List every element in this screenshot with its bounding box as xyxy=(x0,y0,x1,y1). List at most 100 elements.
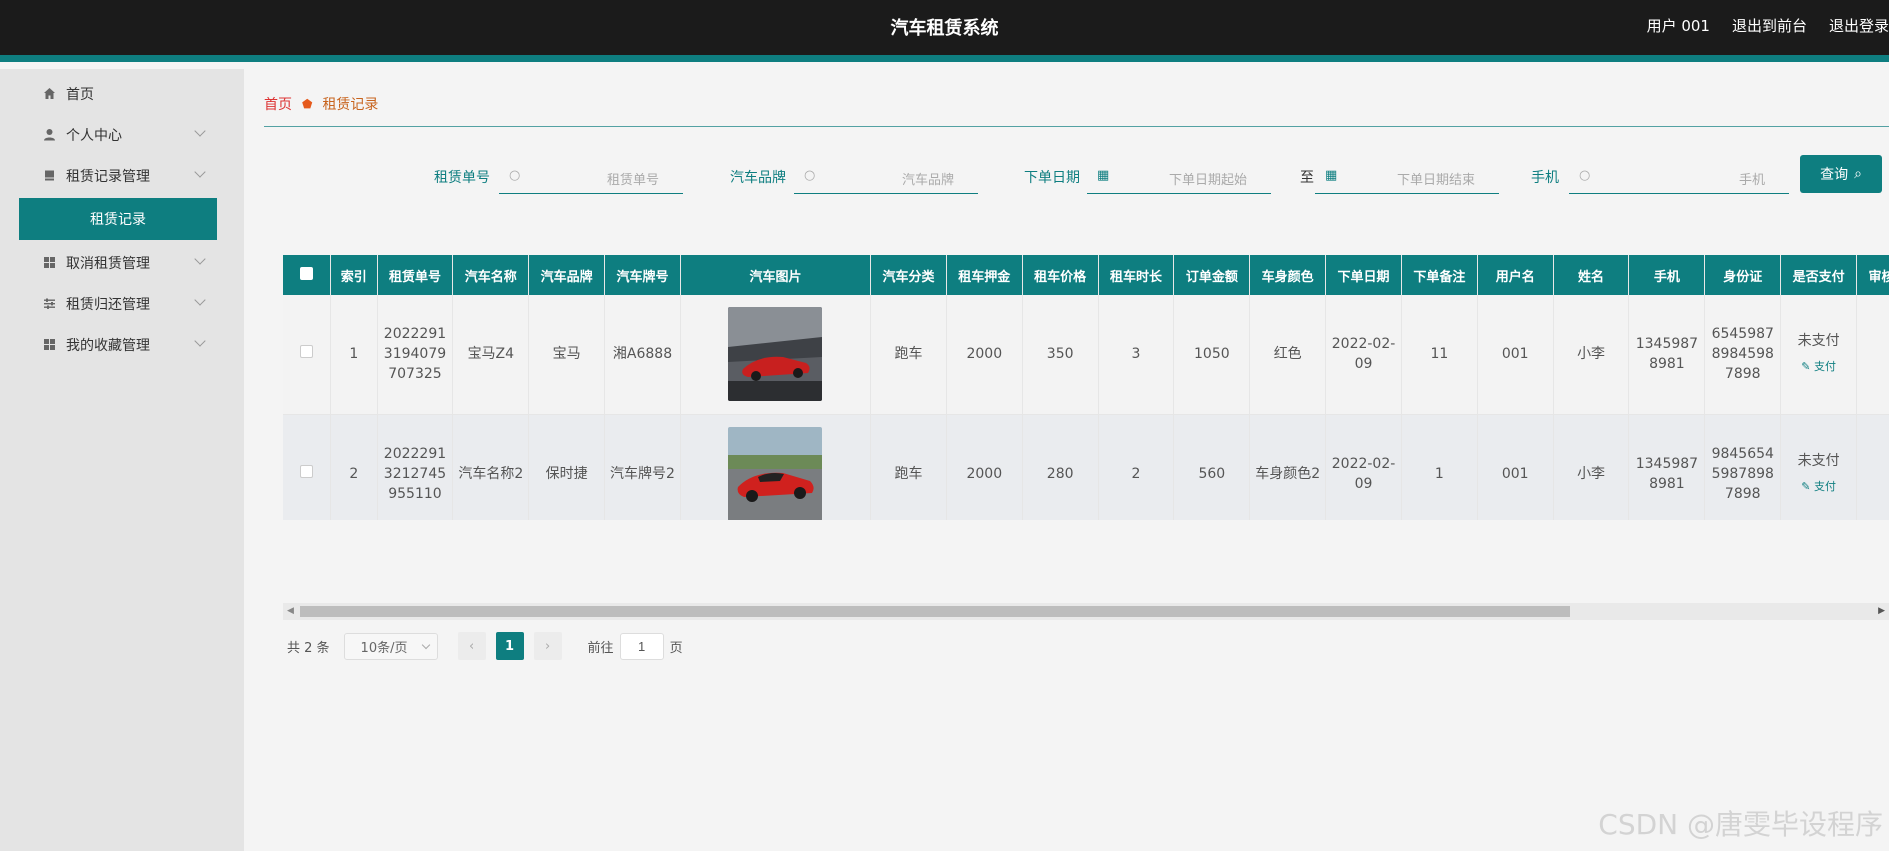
current-user[interactable]: 用户 001 xyxy=(1647,15,1710,36)
search-bar: 租赁单号 ○ 租赁单号 汽车品牌 ○ 汽车品牌 下单日期 ▦ 下单日期起始 至 … xyxy=(244,155,1889,195)
sidebar-item-rental-records[interactable]: 租赁记录管理 xyxy=(0,155,244,196)
cell-brand: 宝马 xyxy=(528,295,606,415)
sliders-icon xyxy=(42,297,56,311)
pay-button[interactable]: ✎ 支付 xyxy=(1785,477,1852,497)
cell-paid: 未支付 ✎ 支付 xyxy=(1780,295,1858,415)
cell-car-name: 汽车名称2 xyxy=(452,414,530,520)
cell-price: 280 xyxy=(1022,414,1099,520)
cell-car-name: 宝马Z4 xyxy=(452,295,530,415)
order-date-label: 下单日期 xyxy=(1024,170,1080,186)
cell-date: 2022-02-09 xyxy=(1325,414,1402,520)
pay-button-label: 支付 xyxy=(1813,479,1836,493)
column-header: 租车时长 xyxy=(1098,255,1175,295)
cell-index: 2 xyxy=(330,414,378,520)
brand-field[interactable]: ○ 汽车品牌 xyxy=(794,159,978,194)
sidebar-item-label: 租赁记录管理 xyxy=(66,168,150,185)
column-header: 汽车品牌 xyxy=(528,255,606,295)
cell-date: 2022-02-09 xyxy=(1325,295,1402,415)
page-size-select[interactable]: 10条/页 xyxy=(343,632,438,660)
pay-button[interactable]: ✎ 支付 xyxy=(1785,357,1852,377)
back-to-front-link[interactable]: 退出到前台 xyxy=(1732,15,1807,36)
paid-status: 未支付 xyxy=(1797,333,1840,350)
pay-button-label: 支付 xyxy=(1813,360,1836,374)
cell-review-reply xyxy=(1856,414,1889,520)
sidebar-item-label: 我的收藏管理 xyxy=(66,337,150,354)
date-start-field[interactable]: ▦ 下单日期起始 xyxy=(1087,159,1271,194)
app-title: 汽车租赁系统 xyxy=(890,18,999,39)
page-number-current[interactable]: 1 xyxy=(495,632,524,660)
column-header: 是否支付 xyxy=(1780,255,1858,295)
chevron-down-icon xyxy=(194,294,206,306)
car-photo[interactable] xyxy=(728,307,823,402)
sidebar-item-home[interactable]: 首页 xyxy=(0,73,244,114)
select-all-checkbox[interactable] xyxy=(283,255,332,295)
date-end-input[interactable] xyxy=(1315,159,1499,193)
scrollbar-thumb[interactable] xyxy=(300,606,1570,617)
chevron-down-icon xyxy=(421,640,430,649)
phone-input[interactable] xyxy=(1569,159,1789,193)
cell-color: 红色 xyxy=(1249,295,1327,415)
cell-name: 小李 xyxy=(1553,414,1630,520)
cell-car-image xyxy=(680,295,872,415)
goto-page-input[interactable] xyxy=(619,632,664,660)
cell-duration: 3 xyxy=(1098,295,1175,415)
cell-color: 车身颜色2 xyxy=(1249,414,1327,520)
grid-icon xyxy=(42,338,56,352)
cell-name: 小李 xyxy=(1553,295,1630,415)
order-no-label: 租赁单号 xyxy=(434,170,490,186)
row-checkbox[interactable] xyxy=(283,295,332,415)
brand-input[interactable] xyxy=(794,159,978,193)
brand-label: 汽车品牌 xyxy=(730,170,786,186)
cell-plate: 湘A6888 xyxy=(604,295,681,415)
car-photo[interactable] xyxy=(728,426,823,520)
sidebar-subitem-rental-record[interactable]: 租赁记录 xyxy=(19,198,217,240)
row-checkbox[interactable] xyxy=(283,414,332,520)
scroll-left-icon[interactable]: ◀ xyxy=(287,606,294,616)
column-header: 审核回复 xyxy=(1856,255,1889,295)
cell-paid: 未支付 ✎ 支付 xyxy=(1780,414,1858,520)
horizontal-scrollbar[interactable]: ◀ ▶ xyxy=(283,603,1889,620)
sidebar-item-profile[interactable]: 个人中心 xyxy=(0,114,244,155)
column-header: 用户名 xyxy=(1477,255,1554,295)
sidebar-item-return-rental[interactable]: 租赁归还管理 xyxy=(0,283,244,324)
phone-field[interactable]: ○ 手机 xyxy=(1569,159,1789,194)
cell-remark: 11 xyxy=(1401,295,1478,415)
cell-username: 001 xyxy=(1477,414,1554,520)
sidebar-item-label: 租赁归还管理 xyxy=(66,296,150,313)
cell-price: 350 xyxy=(1022,295,1099,415)
order-no-input[interactable] xyxy=(499,159,683,193)
document-icon xyxy=(42,169,56,183)
date-range-separator: 至 xyxy=(1300,170,1314,186)
column-header: 汽车图片 xyxy=(680,255,872,295)
sidebar-item-favorites[interactable]: 我的收藏管理 xyxy=(0,324,244,365)
pagination-total: 共 2 条 xyxy=(287,640,330,656)
main-content: 首页 ⬟ 租赁记录 租赁单号 ○ 租赁单号 汽车品牌 ○ 汽车品牌 下单日期 ▦… xyxy=(244,69,1889,851)
column-header: 索引 xyxy=(330,255,378,295)
column-header: 下单备注 xyxy=(1401,255,1478,295)
chevron-down-icon xyxy=(194,125,206,137)
goto-unit: 页 xyxy=(669,640,683,656)
sidebar-item-label: 取消租赁管理 xyxy=(66,255,150,272)
next-page-button[interactable]: › xyxy=(533,632,562,660)
order-no-field[interactable]: ○ 租赁单号 xyxy=(499,159,683,194)
scroll-right-icon[interactable]: ▶ xyxy=(1878,606,1885,616)
date-end-field[interactable]: ▦ 下单日期结束 xyxy=(1315,159,1499,194)
query-button-label: 查询 xyxy=(1820,167,1849,183)
page-size-value: 10条/页 xyxy=(360,640,408,656)
cell-phone: 13459878981 xyxy=(1628,414,1706,520)
query-button[interactable]: 查询 ⌕ xyxy=(1800,155,1882,193)
sidebar-item-label: 个人中心 xyxy=(66,127,122,144)
breadcrumb-home[interactable]: 首页 xyxy=(264,94,292,114)
sidebar-item-cancel-rental[interactable]: 取消租赁管理 xyxy=(0,242,244,283)
paid-status: 未支付 xyxy=(1797,452,1840,469)
table-row: 2 20222913212745955110 汽车名称2 保时捷 汽车牌号2 跑… xyxy=(283,414,1889,520)
prev-page-button[interactable]: ‹ xyxy=(457,632,486,660)
watermark: CSDN @唐雯毕设程序 xyxy=(1598,808,1883,841)
cell-review-reply xyxy=(1856,295,1889,415)
date-start-input[interactable] xyxy=(1087,159,1271,193)
logout-link[interactable]: 退出登录 xyxy=(1829,15,1889,36)
cell-deposit: 2000 xyxy=(946,295,1023,415)
cell-id-card: 984565459878987898 xyxy=(1704,414,1782,520)
cell-order-no: 20222913212745955110 xyxy=(377,414,454,520)
grid-icon xyxy=(42,256,56,270)
